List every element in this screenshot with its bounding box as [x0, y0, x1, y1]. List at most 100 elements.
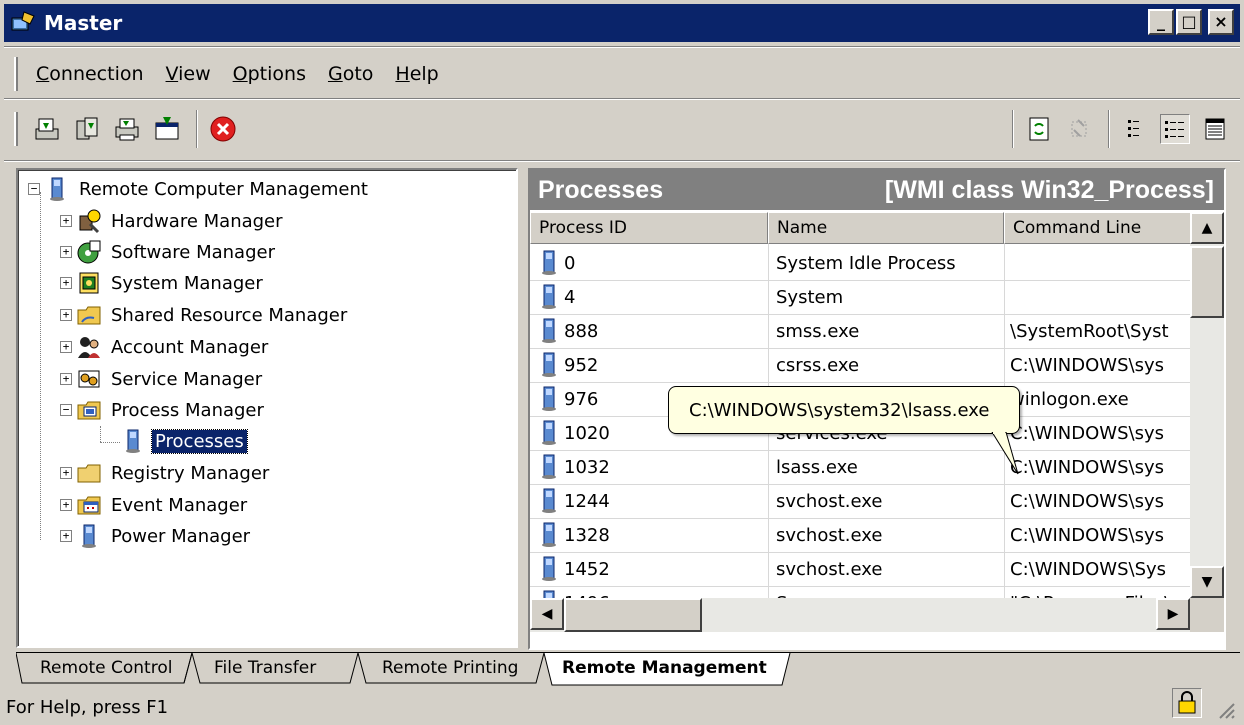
scroll-thumb[interactable]: [1190, 246, 1224, 318]
menu-options[interactable]: Options: [229, 61, 310, 87]
shared-folder-icon: [77, 306, 101, 325]
minimize-button[interactable]: _: [1148, 9, 1174, 35]
scroll-thumb[interactable]: [564, 598, 702, 632]
collapse-icon[interactable]: −: [60, 404, 72, 416]
report-view-icon[interactable]: [1200, 114, 1230, 144]
tree-node-hardware[interactable]: + Hardware Manager: [60, 206, 286, 236]
menu-view[interactable]: View: [162, 61, 215, 87]
splitter[interactable]: [520, 164, 528, 652]
pid-text: 976: [564, 388, 599, 410]
toolbar-separator: [1012, 110, 1014, 148]
scroll-up-button[interactable]: ▲: [1190, 212, 1224, 244]
pid-text: 1020: [564, 422, 610, 444]
connect-icon[interactable]: [32, 114, 62, 144]
cell-pid: 952: [538, 348, 766, 382]
tooltip: C:\WINDOWS\system32\lsass.exe: [668, 386, 1020, 434]
table-row[interactable]: 4 System: [530, 280, 1190, 315]
table-row[interactable]: 952 csrss.exe C:\WINDOWS\sys: [530, 348, 1190, 383]
cell-pid: 888: [538, 314, 766, 348]
column-header-command[interactable]: Command Line: [1004, 212, 1190, 244]
expand-icon[interactable]: +: [60, 341, 72, 353]
expand-icon[interactable]: +: [60, 467, 72, 479]
scroll-right-button[interactable]: ▶: [1156, 598, 1190, 630]
tree-node-registry[interactable]: + Registry Manager: [60, 458, 272, 488]
maximize-button[interactable]: □: [1176, 9, 1202, 35]
tree-node-system[interactable]: + System Manager: [60, 268, 266, 298]
tree-node-power[interactable]: + Power Manager: [60, 521, 253, 551]
process-icon: [542, 386, 556, 411]
expand-icon[interactable]: +: [60, 499, 72, 511]
scroll-down-button[interactable]: ▼: [1190, 566, 1224, 598]
tree-node-software[interactable]: + Software Manager: [60, 237, 278, 267]
arrow-down-icon: ▼: [1201, 574, 1213, 590]
menu-help[interactable]: Help: [391, 61, 442, 87]
computer-icon: [82, 524, 96, 548]
expand-icon[interactable]: +: [60, 309, 72, 321]
table-row[interactable]: 0 System Idle Process: [530, 246, 1190, 281]
expand-icon[interactable]: +: [60, 277, 72, 289]
cell-pid: 1328: [538, 518, 766, 552]
column-header-pid[interactable]: Process ID: [530, 212, 768, 244]
tree-root-label: Remote Computer Management: [79, 178, 368, 200]
vertical-scrollbar[interactable]: ▲ ▼: [1190, 212, 1224, 598]
menu-connection[interactable]: Connection: [32, 61, 148, 87]
tab-remote-management[interactable]: Remote Management: [542, 652, 767, 684]
expand-icon[interactable]: +: [60, 373, 72, 385]
menu-goto[interactable]: Goto: [324, 61, 377, 87]
expand-icon[interactable]: +: [60, 530, 72, 542]
table-row[interactable]: 1496 Smc.exe "C:\Program Files\: [530, 586, 1190, 598]
tree-node-processes[interactable]: Processes: [120, 426, 248, 456]
properties-icon[interactable]: [152, 114, 182, 144]
system-icon: [79, 272, 99, 294]
expand-icon[interactable]: +: [60, 215, 72, 227]
tree-view[interactable]: − Remote Computer Management + Hardware …: [16, 168, 518, 648]
cell-command: winlogon.exe: [1010, 388, 1129, 410]
table-row[interactable]: 1032 lsass.exe C:\WINDOWS\sys: [530, 450, 1190, 485]
tab-remote-control[interactable]: Remote Control: [18, 653, 188, 683]
arrow-up-icon: ▲: [1201, 220, 1213, 236]
cell-command: "C:\Program Files\: [1010, 586, 1188, 599]
resize-grip-icon[interactable]: [1216, 700, 1236, 720]
close-icon: ×: [1214, 12, 1228, 31]
stop-icon[interactable]: [208, 114, 238, 144]
tree-node-service[interactable]: + Service Manager: [60, 364, 265, 394]
software-icon: [77, 240, 101, 264]
table-row[interactable]: 1244 svchost.exe C:\WINDOWS\sys: [530, 484, 1190, 519]
tree-node-account[interactable]: + Account Manager: [60, 332, 271, 362]
refresh-icon[interactable]: [1024, 114, 1054, 144]
tab-file-transfer[interactable]: File Transfer: [192, 653, 356, 683]
tree-node-shared[interactable]: + Shared Resource Manager: [60, 300, 350, 330]
computer-icon: [126, 429, 140, 453]
sync-icon[interactable]: [1064, 114, 1094, 144]
column-header-name[interactable]: Name: [768, 212, 1004, 244]
expand-icon[interactable]: +: [60, 246, 72, 258]
tree-node-root[interactable]: − Remote Computer Management: [28, 174, 371, 204]
panel-subtitle: [WMI class Win32_Process]: [884, 175, 1214, 204]
table-row[interactable]: 1452 svchost.exe C:\WINDOWS\Sys: [530, 552, 1190, 587]
users-icon: [78, 337, 100, 358]
tree-node-process[interactable]: − Process Manager: [60, 395, 267, 425]
menu-grip[interactable]: [14, 57, 18, 91]
divider: [4, 160, 1240, 162]
toolbar-grip[interactable]: [14, 112, 18, 146]
tree-node-event[interactable]: + Event Manager: [60, 490, 250, 520]
details-view-icon[interactable]: [1160, 114, 1190, 144]
tab-remote-printing[interactable]: Remote Printing: [360, 653, 540, 683]
process-icon: [542, 522, 556, 547]
computer-icon: [50, 177, 64, 201]
title-bar[interactable]: Master _ □ ×: [4, 4, 1240, 42]
process-icon: [542, 284, 556, 309]
cell-name: smss.exe: [776, 320, 860, 342]
process-icon: [542, 454, 556, 479]
scroll-left-button[interactable]: ◀: [530, 598, 564, 630]
arrow-right-icon: ▶: [1167, 606, 1179, 622]
collapse-icon[interactable]: −: [28, 183, 40, 195]
cell-name: Smc.exe: [776, 586, 1000, 599]
table-row[interactable]: 888 smss.exe \SystemRoot\Syst: [530, 314, 1190, 349]
horizontal-scrollbar[interactable]: ◀ ▶: [530, 598, 1190, 632]
list-view-icon[interactable]: [1120, 114, 1150, 144]
table-row[interactable]: 1328 svchost.exe C:\WINDOWS\sys: [530, 518, 1190, 553]
close-button[interactable]: ×: [1208, 9, 1234, 35]
print-icon[interactable]: [112, 114, 142, 144]
disconnect-icon[interactable]: [72, 114, 102, 144]
